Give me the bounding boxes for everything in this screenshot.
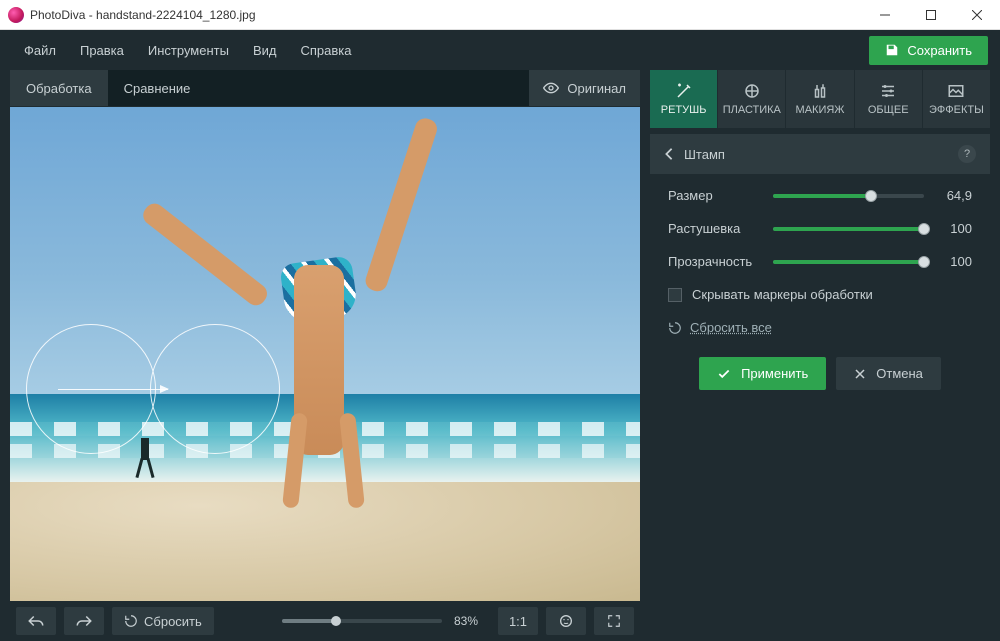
window-controls	[862, 0, 1000, 30]
one-to-one-button[interactable]: 1:1	[498, 607, 538, 635]
chevron-left-icon	[664, 147, 674, 161]
size-value: 64,9	[934, 188, 972, 203]
app-body: Файл Правка Инструменты Вид Справка Сохр…	[0, 30, 1000, 641]
back-button[interactable]	[664, 147, 674, 161]
image-preview	[10, 107, 640, 601]
menu-file[interactable]: Файл	[12, 39, 68, 62]
view-tabs: Обработка Сравнение Оригинал	[10, 70, 640, 106]
maximize-button[interactable]	[908, 0, 954, 30]
feather-label: Растушевка	[668, 221, 763, 236]
feather-slider[interactable]	[773, 227, 924, 231]
stamp-target-marker[interactable]	[150, 324, 280, 454]
original-label: Оригинал	[567, 81, 626, 96]
wand-icon	[675, 82, 693, 100]
bottom-bar: Сбросить 83% 1:1	[10, 601, 640, 641]
tab-edit[interactable]: Обработка	[10, 70, 108, 106]
app-icon	[8, 7, 24, 23]
tooltab-label: ПЛАСТИКА	[723, 104, 781, 116]
hide-markers-checkbox[interactable]: Скрывать маркеры обработки	[668, 287, 972, 302]
face-icon	[558, 613, 574, 629]
opacity-label: Прозрачность	[668, 254, 763, 269]
tab-compare[interactable]: Сравнение	[108, 70, 207, 106]
undo-button[interactable]	[16, 607, 56, 635]
titlebar: PhotoDiva - handstand-2224104_1280.jpg	[0, 0, 1000, 30]
menu-tools[interactable]: Инструменты	[136, 39, 241, 62]
panel-title: Штамп	[684, 147, 725, 162]
cancel-label: Отмена	[876, 366, 923, 381]
check-icon	[717, 367, 731, 381]
fit-face-button[interactable]	[546, 607, 586, 635]
menubar: Файл Правка Инструменты Вид Справка Сохр…	[0, 30, 1000, 70]
tooltab-retouch[interactable]: РЕТУШЬ	[650, 70, 717, 128]
opacity-thumb[interactable]	[918, 256, 930, 268]
apply-button[interactable]: Применить	[699, 357, 826, 390]
editor-column: Обработка Сравнение Оригинал	[10, 70, 640, 641]
main-row: Обработка Сравнение Оригинал	[0, 70, 1000, 641]
menu-view[interactable]: Вид	[241, 39, 289, 62]
tooltab-effects[interactable]: ЭФФЕКТЫ	[922, 70, 990, 128]
help-button[interactable]: ?	[958, 145, 976, 163]
fullscreen-button[interactable]	[594, 607, 634, 635]
reset-button[interactable]: Сбросить	[112, 607, 214, 635]
close-button[interactable]	[954, 0, 1000, 30]
canvas[interactable]	[10, 107, 640, 601]
size-fill	[773, 194, 871, 198]
feather-fill	[773, 227, 924, 231]
original-button[interactable]: Оригинал	[529, 70, 640, 106]
eye-icon	[543, 80, 559, 96]
tooltab-label: РЕТУШЬ	[661, 104, 707, 116]
effects-icon	[947, 82, 965, 100]
cancel-button[interactable]: Отмена	[836, 357, 941, 390]
action-row: Применить Отмена	[668, 357, 972, 390]
tooltab-label: МАКИЯЖ	[796, 104, 845, 116]
undo-icon	[27, 614, 45, 628]
reset-all-label: Сбросить все	[690, 320, 772, 335]
size-thumb[interactable]	[865, 190, 877, 202]
size-slider[interactable]	[773, 194, 924, 198]
save-label: Сохранить	[907, 43, 972, 58]
makeup-icon	[811, 82, 829, 100]
checkbox-icon	[668, 288, 682, 302]
fullscreen-icon	[607, 614, 621, 628]
opacity-slider[interactable]	[773, 260, 924, 264]
window-title: PhotoDiva - handstand-2224104_1280.jpg	[30, 8, 862, 22]
redo-icon	[75, 614, 93, 628]
size-label: Размер	[668, 188, 763, 203]
feather-value: 100	[934, 221, 972, 236]
opacity-fill	[773, 260, 924, 264]
tools-column: РЕТУШЬ ПЛАСТИКА МАКИЯЖ ОБЩЕЕ ЭФФЕКТЫ	[650, 70, 990, 641]
reset-label: Сбросить	[144, 614, 202, 629]
tooltab-makeup[interactable]: МАКИЯЖ	[785, 70, 853, 128]
zoom-value: 83%	[450, 614, 490, 628]
minimize-button[interactable]	[862, 0, 908, 30]
tooltab-label: ОБЩЕЕ	[868, 104, 909, 116]
save-button[interactable]: Сохранить	[869, 36, 988, 65]
reset-all-icon	[668, 321, 682, 335]
reset-all-link[interactable]: Сбросить все	[668, 320, 972, 335]
reset-icon	[124, 614, 138, 628]
tooltab-liquify[interactable]: ПЛАСТИКА	[717, 70, 785, 128]
feather-thumb[interactable]	[918, 223, 930, 235]
liquify-icon	[743, 82, 761, 100]
one-to-one-label: 1:1	[509, 614, 527, 629]
redo-button[interactable]	[64, 607, 104, 635]
apply-label: Применить	[741, 366, 808, 381]
tooltab-general[interactable]: ОБЩЕЕ	[854, 70, 922, 128]
opacity-slider-row: Прозрачность 100	[668, 254, 972, 269]
panel-body: Размер 64,9 Растушевка 100 П	[650, 174, 990, 404]
stamp-arrow	[58, 389, 168, 390]
menu-edit[interactable]: Правка	[68, 39, 136, 62]
x-icon	[854, 368, 866, 380]
zoom-slider[interactable]	[282, 619, 442, 623]
size-slider-row: Размер 64,9	[668, 188, 972, 203]
tool-tabs: РЕТУШЬ ПЛАСТИКА МАКИЯЖ ОБЩЕЕ ЭФФЕКТЫ	[650, 70, 990, 128]
panel-header: Штамп ?	[650, 134, 990, 174]
save-icon	[885, 43, 899, 57]
hide-markers-label: Скрывать маркеры обработки	[692, 287, 873, 302]
menu-help[interactable]: Справка	[288, 39, 363, 62]
feather-slider-row: Растушевка 100	[668, 221, 972, 236]
tooltab-label: ЭФФЕКТЫ	[929, 104, 984, 116]
opacity-value: 100	[934, 254, 972, 269]
sliders-icon	[879, 82, 897, 100]
